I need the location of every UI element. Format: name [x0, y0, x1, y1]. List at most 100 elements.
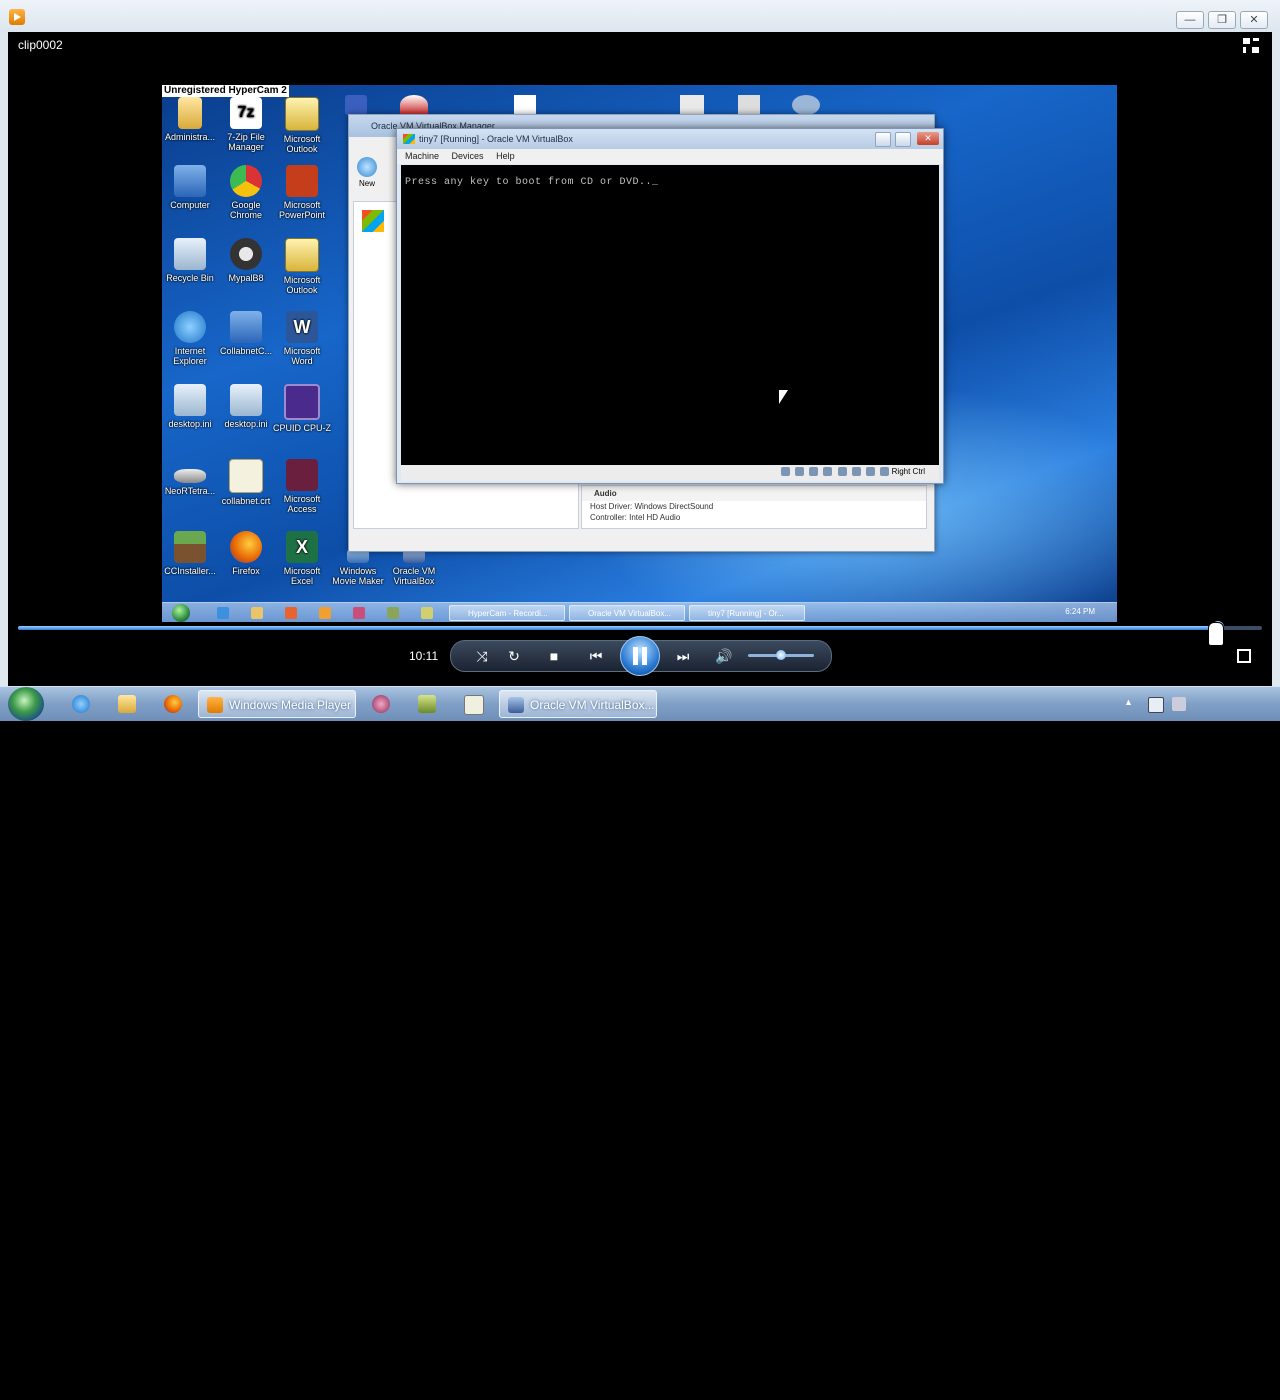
inner-app-icon: [421, 607, 433, 619]
device-icon: [174, 469, 206, 483]
pause-button[interactable]: [620, 636, 660, 676]
taskbar-wmp[interactable]: Windows Media Player: [198, 690, 356, 718]
raccoon-icon: [230, 238, 262, 270]
desktop-icon: Microsoft PowerPoint: [272, 165, 332, 220]
desktop-icon: Computer: [162, 165, 220, 210]
desktop-icon: Microsoft Outlook: [272, 238, 332, 295]
access-icon: [286, 459, 318, 491]
vm-screen[interactable]: Press any key to boot from CD or DVD.._: [401, 165, 939, 465]
certificate-icon: [229, 459, 263, 493]
network-icon[interactable]: [823, 467, 833, 477]
mouse-integration-icon[interactable]: [866, 467, 876, 477]
taskbar-clock: 6:25 PM: [1207, 1386, 1252, 1400]
explorer-taskbar-icon[interactable]: [118, 695, 136, 713]
desktop-icon: desktop.ini: [162, 384, 220, 429]
virtualbox-vm-icon: [403, 134, 415, 144]
hdd-icon[interactable]: [780, 467, 790, 477]
audio-details: Audio Host Driver: Windows DirectSound C…: [581, 485, 927, 529]
app-taskbar-icon[interactable]: [372, 695, 390, 713]
vm-minimize-button[interactable]: [875, 132, 891, 147]
previous-button[interactable]: ⏮: [581, 641, 611, 671]
firefox-taskbar-icon[interactable]: [164, 695, 182, 713]
file-icon: [514, 95, 536, 115]
vm-menubar: Machine Devices Help: [397, 149, 943, 164]
seek-progress: [18, 626, 1219, 630]
desktop-icon: Microsoft Access: [272, 459, 332, 514]
menu-machine[interactable]: Machine: [405, 151, 439, 161]
video-mouse-cursor: [779, 390, 788, 404]
outlook-icon: [285, 97, 319, 131]
chrome-icon: [230, 165, 262, 197]
stop-button[interactable]: ■: [539, 641, 569, 671]
mute-button[interactable]: 🔊: [709, 641, 739, 671]
volume-slider[interactable]: [748, 650, 814, 660]
vm-statusbar: Right Ctrl: [401, 465, 939, 481]
new-vm-icon: [357, 157, 377, 177]
inner-start-icon: [172, 604, 190, 622]
menu-help[interactable]: Help: [496, 151, 515, 161]
cat-icon: [792, 95, 820, 115]
hypercam-watermark: Unregistered HyperCam 2: [162, 85, 289, 97]
wmp-taskbar-icon: [207, 697, 223, 713]
7zip-icon: 7z: [230, 97, 262, 129]
firefox-icon: [230, 531, 262, 563]
vm-maximize-button[interactable]: [895, 132, 911, 147]
host-key-icon: [880, 467, 890, 477]
boot-message: Press any key to boot from CD or DVD.._: [405, 177, 659, 188]
inner-clock: 6:24 PM: [1065, 607, 1095, 616]
desktop-icon: desktop.ini: [216, 384, 276, 429]
app-taskbar-icon[interactable]: [464, 695, 484, 715]
vbox-new-button[interactable]: New: [355, 157, 379, 188]
repeat-button[interactable]: ↻: [499, 641, 529, 671]
inner-taskbar: HyperCam - Recordi... Oracle VM VirtualB…: [162, 602, 1117, 622]
inner-task-vm: tiny7 [Running] - Or...: [689, 605, 805, 621]
inner-app-icon: [353, 607, 365, 619]
vm-close-button[interactable]: ✕: [917, 132, 939, 145]
close-button[interactable]: ✕: [1240, 11, 1268, 29]
seek-bar[interactable]: [18, 621, 1262, 633]
fullscreen-icon[interactable]: [1237, 649, 1251, 663]
desktop-icon: collabnet.crt: [216, 459, 276, 506]
desktop-icon: 7z 7-Zip File Manager: [216, 97, 276, 152]
next-button[interactable]: ⏭: [668, 641, 698, 671]
taskbar: Windows Media Player Oracle VM VirtualBo…: [0, 686, 1280, 1400]
shuffle-button[interactable]: ⤨: [467, 641, 497, 671]
vm-window[interactable]: tiny7 [Running] - Oracle VM VirtualBox ✕…: [396, 128, 944, 484]
tray-expand-icon[interactable]: ▲: [1124, 697, 1134, 711]
desktop-icon: Windows Movie Maker: [328, 549, 388, 586]
start-button[interactable]: [8, 687, 44, 721]
logo-icon: [400, 95, 428, 115]
inner-explorer-icon: [251, 607, 263, 619]
usb-icon[interactable]: [809, 467, 819, 477]
tray-network-icon[interactable]: [1148, 697, 1164, 713]
minimize-button[interactable]: —: [1176, 11, 1204, 29]
outlook-icon: [285, 238, 319, 272]
app-taskbar-icon[interactable]: [418, 695, 436, 713]
switch-layout-icon[interactable]: [1243, 38, 1261, 54]
collabnet-icon: [230, 311, 262, 343]
inner-ie-icon: [217, 607, 229, 619]
maximize-button[interactable]: ❐: [1208, 11, 1236, 29]
controller-text: Controller: Intel HD Audio: [590, 513, 681, 522]
ini-file-icon: [230, 384, 262, 416]
desktop-icon: Oracle VM VirtualBox: [384, 549, 444, 586]
desktop-icon: Google Chrome: [216, 165, 276, 220]
ie-taskbar-icon[interactable]: [72, 695, 90, 713]
desktop-icon: NeoRTetra...: [162, 459, 220, 496]
shared-folder-icon[interactable]: [837, 467, 847, 477]
desktop-icon: W Microsoft Word: [272, 311, 332, 366]
tray-flag-icon[interactable]: [1172, 697, 1186, 711]
display-icon[interactable]: [851, 467, 861, 477]
taskbar-virtualbox[interactable]: Oracle VM VirtualBox...: [499, 690, 657, 718]
volume-thumb[interactable]: [776, 650, 786, 660]
video-area[interactable]: Unregistered HyperCam 2 Administra... 7z…: [162, 85, 1117, 622]
powerpoint-icon: [286, 165, 318, 197]
host-driver-text: Host Driver: Windows DirectSound: [590, 502, 714, 511]
cd-icon[interactable]: [795, 467, 805, 477]
desktop-icon: CollabnetC...: [216, 311, 276, 356]
settings-icon: [738, 95, 760, 115]
desktop-icon: Recycle Bin: [162, 238, 220, 283]
network-icon: [345, 95, 367, 115]
menu-devices[interactable]: Devices: [452, 151, 484, 161]
hand-cursor: [1208, 622, 1224, 646]
